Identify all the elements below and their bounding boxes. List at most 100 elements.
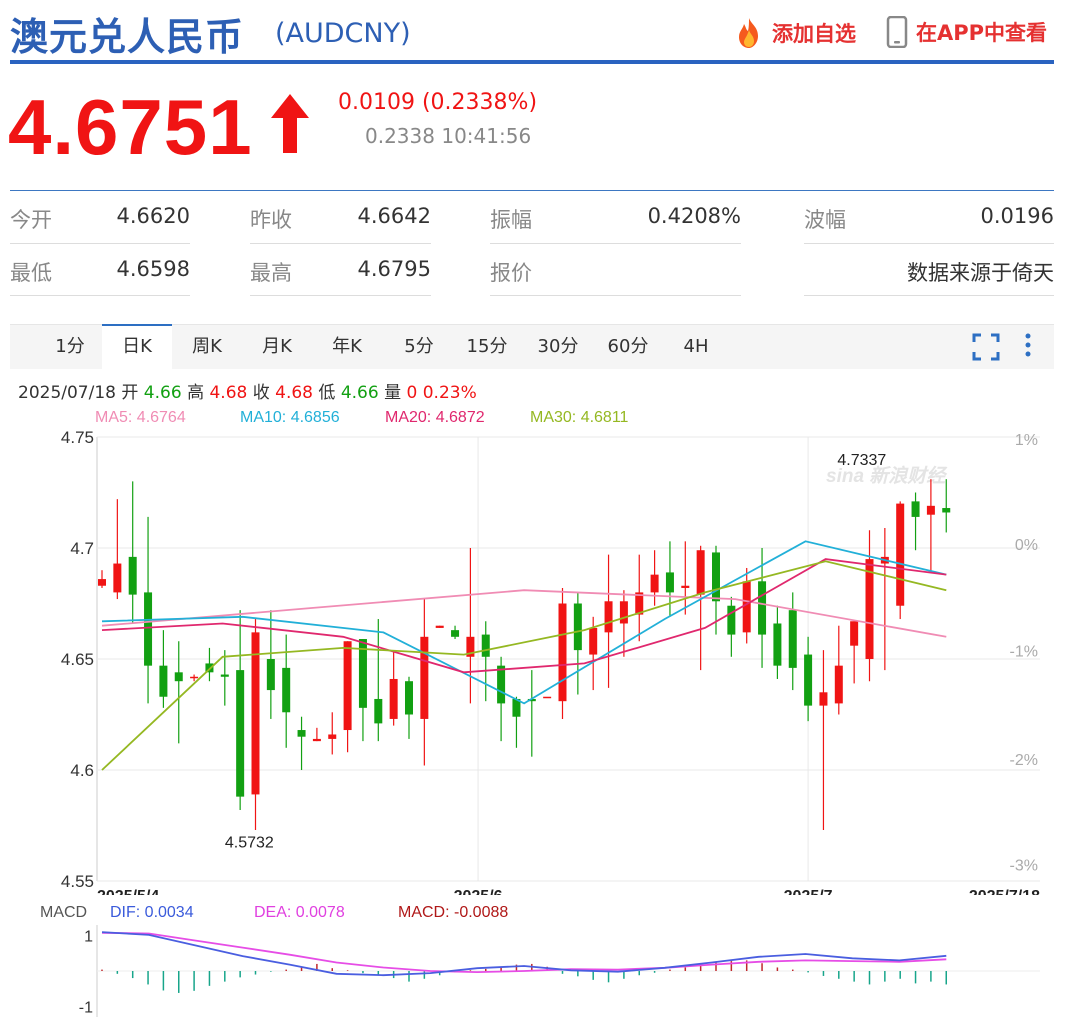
candle-body: [420, 636, 429, 719]
divider: [804, 243, 1054, 244]
more-icon[interactable]: [1022, 331, 1034, 361]
candle: [635, 554, 644, 642]
candle-body: [297, 730, 306, 737]
candle-body: [589, 627, 598, 655]
add-watchlist-label: 添加自选: [772, 22, 856, 46]
candle: [358, 639, 367, 742]
candle: [159, 630, 168, 708]
candle-body: [481, 634, 490, 657]
candle: [236, 610, 245, 810]
candle: [850, 621, 859, 684]
y-tick-label: 4.6: [70, 761, 94, 780]
ma-legend-item: MA5: 4.6764: [95, 409, 186, 426]
tab-60min[interactable]: 60分: [600, 325, 656, 369]
y-tick-label: 4.75: [61, 428, 94, 447]
right-tick-label: 0%: [1015, 537, 1038, 554]
tab-1min[interactable]: 1分: [46, 325, 94, 369]
candle-body: [389, 678, 398, 719]
candle-body: [174, 672, 183, 682]
candle-body: [312, 738, 321, 742]
macd-y-tick: -1: [79, 999, 93, 1016]
candle-body: [665, 572, 674, 593]
candle: [251, 619, 260, 830]
add-watchlist-button[interactable]: 添加自选: [732, 16, 856, 50]
candle: [896, 501, 905, 620]
right-tick-label: -3%: [1010, 857, 1038, 874]
tab-5min[interactable]: 5分: [394, 325, 444, 369]
divider: [490, 295, 741, 296]
candle-body: [788, 610, 797, 668]
macd-dif-line: [101, 931, 947, 977]
candlestick-chart[interactable]: 4.75 4.7 4.65 4.6 4.55 1% 0% -1% -2% -3% 2025/5/4 2…: [0, 400, 1080, 895]
candle: [98, 570, 106, 588]
candle: [466, 548, 475, 704]
y-tick-label: 4.65: [61, 650, 94, 669]
y-tick-label: 4.7: [70, 539, 94, 558]
stat-value-open: 4.6620: [116, 204, 190, 228]
tab-30min[interactable]: 30分: [530, 325, 586, 369]
tab-4h[interactable]: 4H: [674, 325, 718, 369]
stat-label-prev-close: 昨收: [250, 208, 292, 232]
tab-day-k[interactable]: 日K: [102, 324, 172, 369]
candle: [543, 696, 552, 699]
right-tick-label: -2%: [1010, 752, 1038, 769]
open-app-button[interactable]: 在APP中查看: [886, 16, 1047, 48]
ma-legend-item: MA30: 4.6811: [530, 409, 629, 426]
candle-body: [926, 505, 935, 515]
macd-dif-label: DIF: 0.0034: [110, 904, 194, 921]
stat-label-open: 今开: [10, 208, 52, 232]
tab-month-k[interactable]: 月K: [252, 325, 302, 369]
stat-label-range: 波幅: [804, 208, 846, 232]
ma-legend-item: MA20: 4.6872: [385, 409, 485, 426]
candle-body: [282, 667, 291, 713]
divider: [490, 243, 741, 244]
divider: [250, 295, 431, 296]
candle: [773, 605, 782, 679]
candle-body: [435, 625, 444, 628]
data-source: 数据来源于倚天: [907, 261, 1054, 285]
candle-body: [159, 665, 168, 697]
candle-body: [405, 681, 413, 715]
stat-label-low: 最低: [10, 261, 52, 285]
candle: [788, 592, 797, 691]
ma-line-ma10: [101, 540, 947, 705]
macd-dea-label: DEA: 0.0078: [254, 904, 345, 921]
tab-week-k[interactable]: 周K: [182, 325, 232, 369]
fullscreen-icon[interactable]: [972, 333, 1000, 361]
candle: [389, 652, 398, 726]
candle-body: [696, 550, 705, 595]
tab-15min[interactable]: 15分: [462, 325, 512, 369]
candle-body: [819, 692, 828, 706]
stat-value-range: 0.0196: [980, 204, 1054, 228]
candle: [911, 492, 920, 551]
candle: [926, 479, 935, 573]
candle: [665, 541, 674, 617]
ma-legend-item: MA10: 4.6856: [240, 409, 340, 426]
candle: [266, 610, 275, 719]
tab-year-k[interactable]: 年K: [322, 325, 372, 369]
candle-body: [942, 508, 951, 513]
stat-value-prev-close: 4.6642: [357, 204, 431, 228]
stat-value-high: 4.6795: [357, 257, 431, 281]
candle-body: [328, 734, 337, 739]
candle: [451, 625, 460, 640]
candle: [804, 636, 813, 722]
candle-body: [727, 605, 736, 635]
candle-body: [758, 581, 767, 635]
candle: [681, 541, 690, 615]
candle: [420, 599, 429, 766]
candle-body: [374, 698, 383, 724]
candle-body: [558, 603, 567, 702]
phone-icon: [886, 16, 908, 48]
candle: [435, 625, 444, 628]
fire-icon: [739, 18, 758, 48]
candle-body: [220, 674, 229, 677]
candle: [297, 716, 306, 770]
header-divider: [10, 60, 1054, 64]
candle-body: [543, 696, 552, 699]
candle: [312, 727, 321, 742]
divider: [804, 295, 1054, 296]
candle-body: [497, 665, 506, 704]
candle: [696, 545, 705, 671]
candle: [727, 596, 736, 657]
